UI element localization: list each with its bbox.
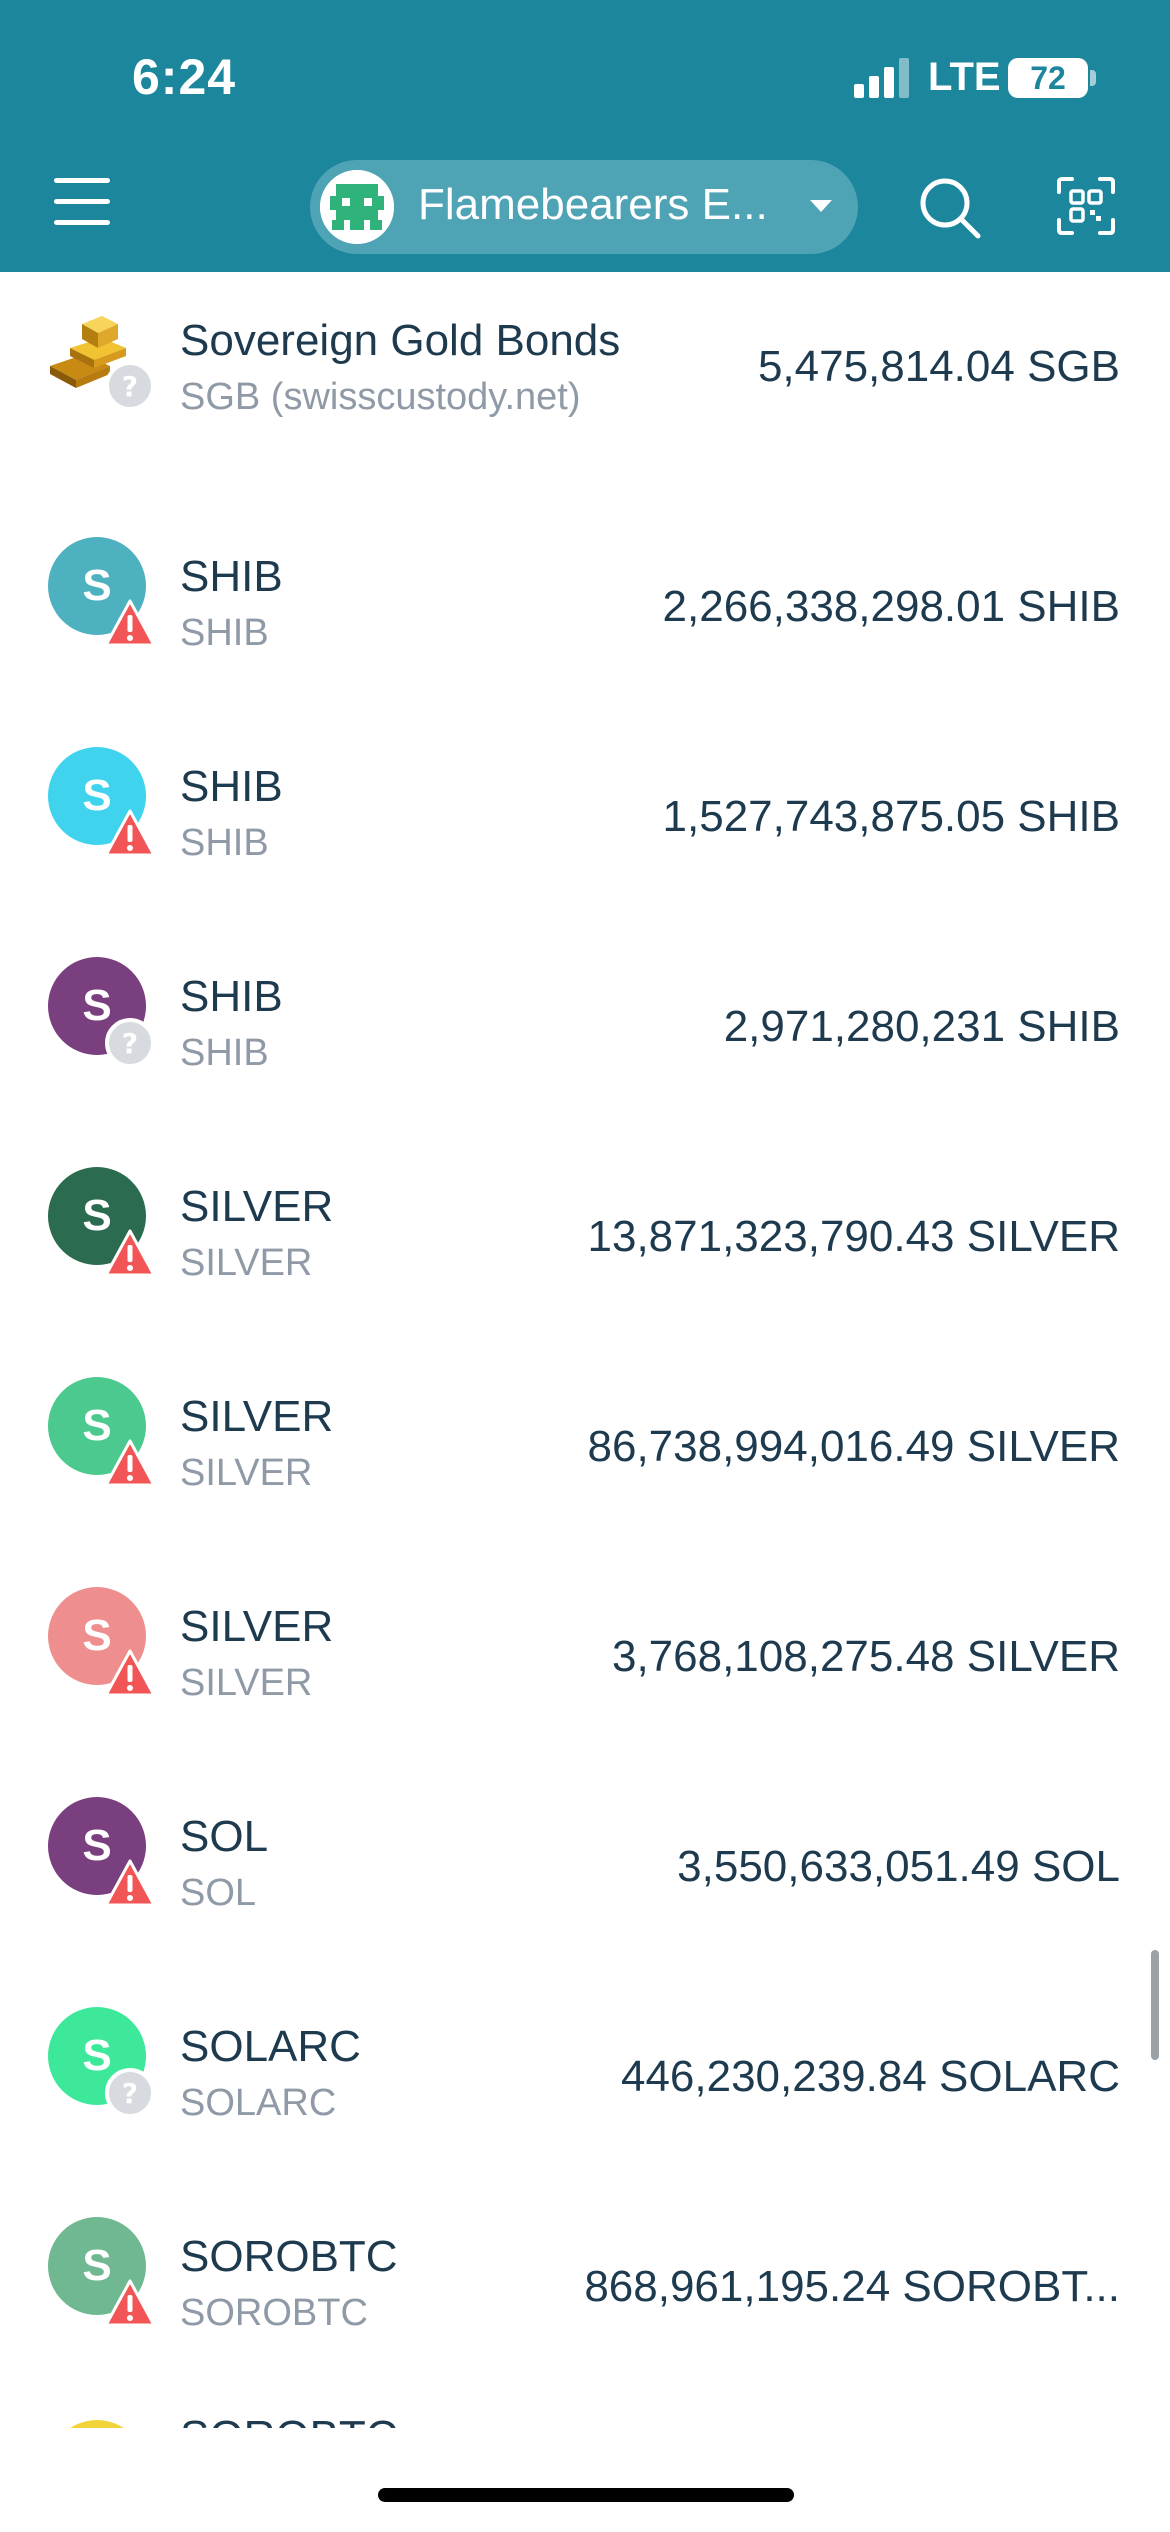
token-balance: 86,738,994,016.49 SILVER	[587, 1422, 1121, 1471]
menu-button[interactable]	[54, 178, 114, 230]
unknown-question-icon: ?	[104, 1017, 156, 1069]
network-type: LTE	[928, 55, 1001, 99]
token-code: SHIB	[180, 1032, 269, 1074]
token-row[interactable]: S SILVER SILVER 86,738,994,016.49 SILVER	[0, 1322, 1170, 1532]
hamburger-menu-icon	[54, 178, 110, 183]
token-balance: 2,266,338,298.01 SHIB	[662, 582, 1120, 631]
token-row[interactable]: S SHIB SHIB 2,266,338,298.01 SHIB	[0, 482, 1170, 692]
token-row[interactable]: S SILVER SILVER 3,768,108,275.48 SILVER	[0, 1532, 1170, 1742]
unknown-question-icon: ?	[104, 360, 156, 412]
token-row[interactable]: S SOROBTC SOROBTC 868,961,195.24 SOROBT...	[0, 2162, 1170, 2372]
token-name: SHIB	[180, 552, 283, 601]
token-row[interactable]: S SOL SOL 3,550,633,051.49 SOL	[0, 1742, 1170, 1952]
token-code: SHIB	[180, 612, 269, 654]
token-balance: 3,768,108,275.48 SILVER	[611, 1632, 1120, 1681]
token-code: SILVER	[180, 1452, 313, 1494]
token-code: SOROBTC	[180, 2292, 368, 2334]
token-balance: 2,971,280,231 SHIB	[723, 1002, 1120, 1051]
token-code: SILVER	[180, 1662, 313, 1704]
list-bottom-fade	[0, 2428, 1170, 2532]
token-code: SGB (swisscustody.net)	[180, 376, 581, 418]
warning-icon	[104, 2277, 156, 2329]
hamburger-menu-icon-line	[54, 220, 110, 225]
svg-text:?: ?	[122, 2077, 138, 2110]
battery-tip	[1090, 70, 1096, 86]
svg-text:?: ?	[122, 370, 138, 403]
warning-icon	[104, 597, 156, 649]
qr-scan-icon[interactable]	[1056, 176, 1116, 236]
token-name: SILVER	[180, 1392, 334, 1441]
warning-icon	[104, 1647, 156, 1699]
token-name: SOLARC	[180, 2022, 361, 2071]
token-name: SOROBTC	[180, 2232, 398, 2281]
svg-text:?: ?	[122, 1027, 138, 1060]
token-balance: 5,475,814.04 SGB	[757, 342, 1120, 391]
pixel-avatar-icon	[320, 170, 394, 244]
warning-icon	[104, 807, 156, 859]
warning-icon	[104, 1227, 156, 1279]
unknown-question-icon: ?	[104, 2067, 156, 2119]
token-row[interactable]: S SILVER SILVER 13,871,323,790.43 SILVER	[0, 1112, 1170, 1322]
token-row[interactable]: ? Sovereign Gold Bonds SGB (swisscustody.…	[0, 272, 1170, 482]
token-code: SILVER	[180, 1242, 313, 1284]
wallet-avatar	[320, 170, 394, 244]
app-header: 6:24 LTE 72 Flamebearers E...	[0, 0, 1170, 272]
hamburger-menu-icon-line	[54, 199, 110, 204]
token-balance: 868,961,195.24 SOROBT...	[584, 2262, 1120, 2311]
token-balance: 3,550,633,051.49 SOL	[677, 1842, 1120, 1891]
wallet-selector[interactable]: Flamebearers E...	[310, 160, 858, 254]
battery-icon: 72	[1008, 58, 1088, 98]
token-name: SILVER	[180, 1182, 334, 1231]
token-balance: 13,871,323,790.43 SILVER	[587, 1212, 1121, 1261]
search-icon[interactable]	[918, 176, 982, 240]
token-row[interactable]: S SHIB SHIB 1,527,743,875.05 SHIB	[0, 692, 1170, 902]
token-code: SOLARC	[180, 2082, 337, 2124]
scrollbar[interactable]	[1151, 1950, 1159, 2060]
token-name: SILVER	[180, 1602, 334, 1651]
token-balance: 446,230,239.84 SOLARC	[620, 2052, 1120, 2101]
warning-icon	[104, 1437, 156, 1489]
token-name: SHIB	[180, 972, 283, 1021]
chevron-down-icon	[810, 200, 832, 212]
warning-icon	[104, 1857, 156, 1909]
wallet-name: Flamebearers E...	[418, 180, 768, 229]
token-code: SOL	[180, 1872, 257, 1914]
home-indicator[interactable]	[378, 2488, 794, 2502]
signal-icon	[854, 58, 909, 98]
token-row[interactable]: S ? SHIB SHIB 2,971,280,231 SHIB	[0, 902, 1170, 1112]
token-name: Sovereign Gold Bonds	[180, 316, 621, 365]
token-name: SHIB	[180, 762, 283, 811]
token-row[interactable]: S ? SOLARC SOLARC 446,230,239.84 SOLARC	[0, 1952, 1170, 2162]
status-time: 6:24	[132, 49, 237, 105]
token-code: SHIB	[180, 822, 269, 864]
token-name: SOL	[180, 1812, 269, 1861]
token-balance: 1,527,743,875.05 SHIB	[662, 792, 1120, 841]
